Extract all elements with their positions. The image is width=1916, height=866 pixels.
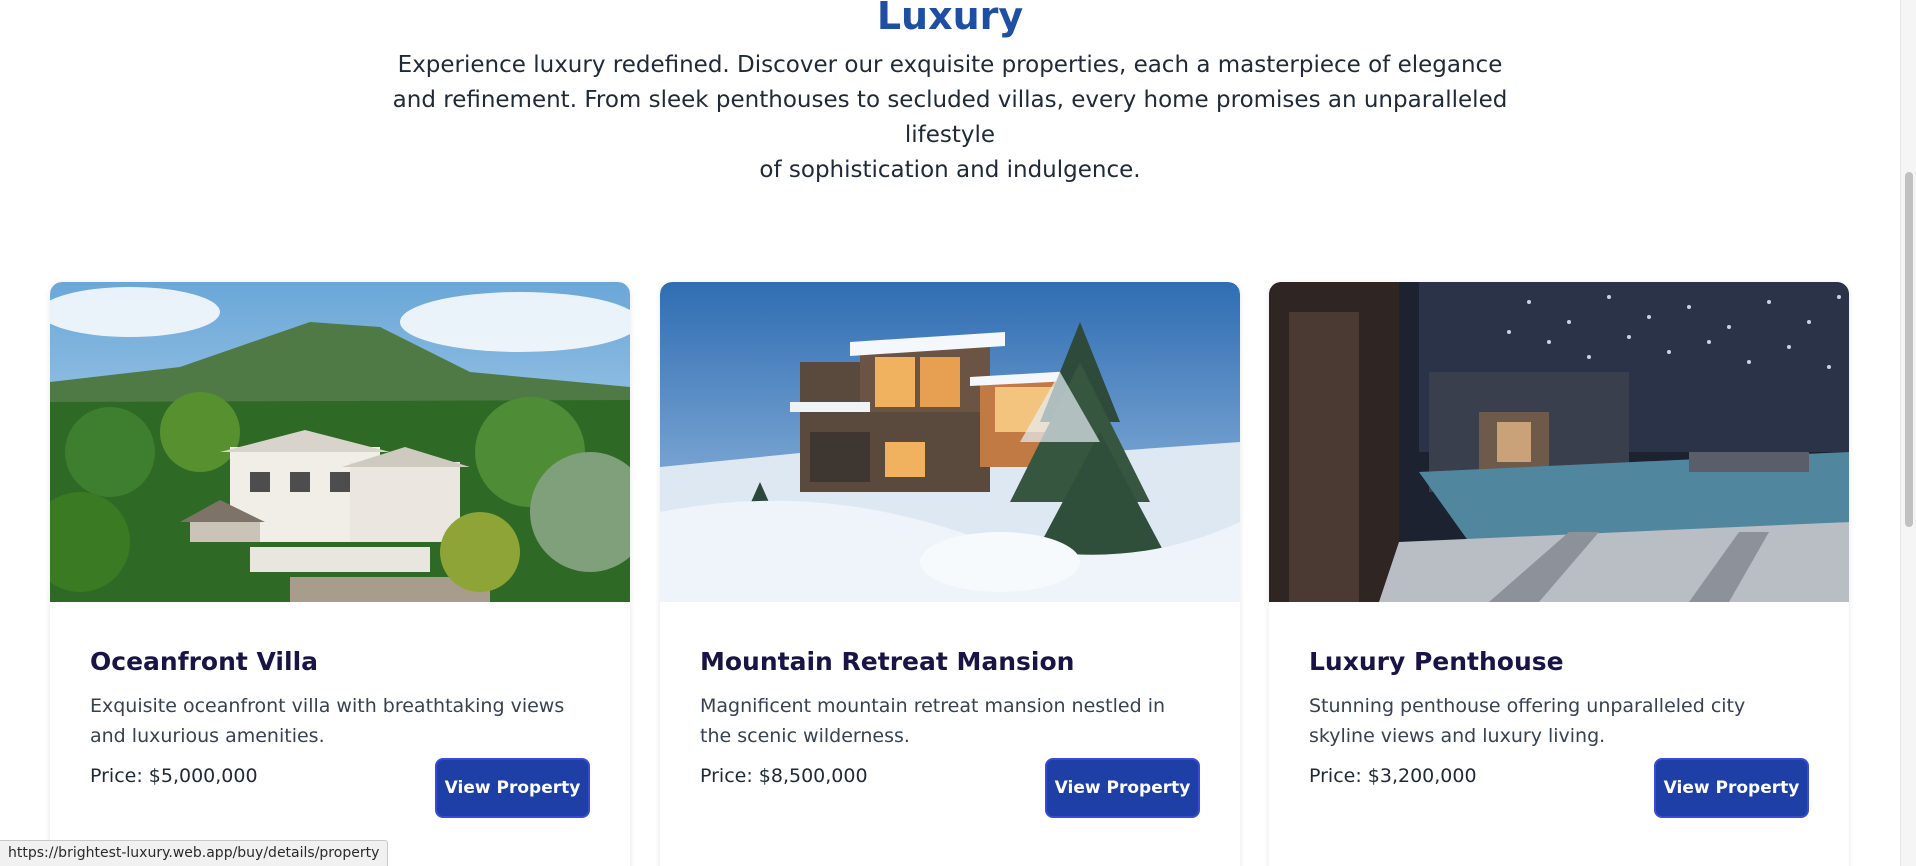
property-description: Stunning penthouse offering unparalleled… bbox=[1309, 695, 1746, 747]
property-card-mountain-retreat-mansion: Mountain Retreat Mansion Magnificent mou… bbox=[660, 282, 1240, 866]
intro-line-1: Experience luxury redefined. Discover ou… bbox=[397, 52, 1503, 78]
view-property-button[interactable]: View Property bbox=[1045, 758, 1200, 818]
property-image-oceanfront-villa bbox=[50, 282, 630, 602]
property-title: Oceanfront Villa bbox=[90, 647, 319, 676]
vertical-scrollbar[interactable] bbox=[1900, 0, 1916, 866]
property-title: Mountain Retreat Mansion bbox=[700, 647, 1075, 676]
property-card-list: Oceanfront Villa Exquisite oceanfront vi… bbox=[50, 282, 1850, 866]
property-card-luxury-penthouse: Luxury Penthouse Stunning penthouse offe… bbox=[1269, 282, 1849, 866]
property-description: Exquisite oceanfront villa with breathta… bbox=[90, 695, 565, 747]
property-description: Magnificent mountain retreat mansion nes… bbox=[700, 695, 1166, 747]
property-image-luxury-penthouse bbox=[1269, 282, 1849, 602]
intro-line-2: and refinement. From sleek penthouses to… bbox=[392, 87, 1508, 148]
property-card-oceanfront-villa: Oceanfront Villa Exquisite oceanfront vi… bbox=[50, 282, 630, 866]
property-title: Luxury Penthouse bbox=[1309, 647, 1564, 676]
page-title: Luxury bbox=[876, 0, 1024, 38]
property-image-mountain-retreat-mansion bbox=[660, 282, 1240, 602]
status-bar-url: https://brightest-luxury.web.app/buy/det… bbox=[0, 840, 389, 866]
intro-line-3: of sophistication and indulgence. bbox=[759, 157, 1141, 183]
scrollbar-thumb[interactable] bbox=[1905, 172, 1913, 527]
view-property-button[interactable]: View Property bbox=[1654, 758, 1809, 818]
view-property-button[interactable]: View Property bbox=[435, 758, 590, 818]
intro-text: Experience luxury redefined. Discover ou… bbox=[360, 48, 1540, 188]
